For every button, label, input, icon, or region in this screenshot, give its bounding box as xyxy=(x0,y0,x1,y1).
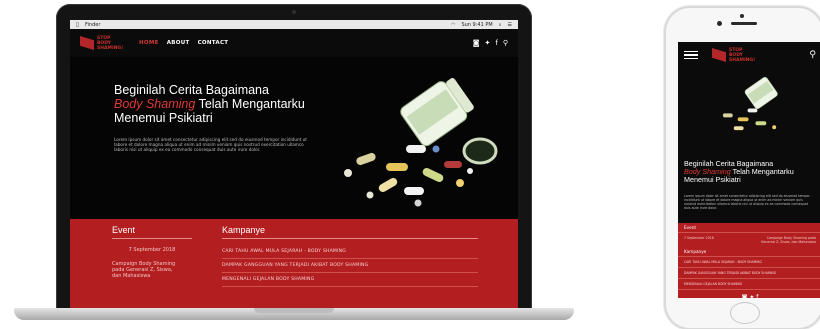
menubar-app-name[interactable]: Finder xyxy=(85,22,100,28)
phone-red-band: Event 7 September 2018 Campaign Body Sha… xyxy=(678,223,820,298)
logo-text: STOP BODY SHAMING! xyxy=(97,35,124,51)
nav-icons: ◙ ✦ f ⚲ xyxy=(473,39,508,47)
event-title: Event xyxy=(112,225,192,239)
nav-home[interactable]: HOME xyxy=(139,40,159,46)
phone-logo[interactable]: STOP BODY SHAMING! xyxy=(712,48,755,63)
laptop-camera xyxy=(292,10,296,14)
phone-event-desc: Campaign Body Shaming pada Generasi Z, S… xyxy=(760,236,816,244)
phone-campaign-link-2[interactable]: DAMPAK GANGGUAN YANG TERJADI AKIBAT BODY… xyxy=(678,268,820,279)
phone-hero-title: Beginilah Cerita Bagaimana Body Shaming … xyxy=(684,160,804,184)
instagram-icon[interactable]: ◙ xyxy=(742,294,748,298)
phone-title-line3: Menemui Psikiatri xyxy=(684,175,741,184)
hamburger-menu-icon[interactable] xyxy=(684,50,698,60)
phone-pills-image xyxy=(722,76,778,131)
search-icon[interactable]: ⚲ xyxy=(809,50,816,60)
hero-title-line2: Telah Mengantarku xyxy=(198,97,305,111)
nav-about[interactable]: ABOUT xyxy=(167,40,190,46)
event-date: 7 September 2018 xyxy=(128,247,176,253)
search-icon[interactable]: ⌕ xyxy=(499,22,502,28)
event-column: Event 7 September 2018 Campaign Body Sha… xyxy=(112,225,192,279)
hero-title-highlight: Body Shaming xyxy=(114,97,196,111)
laptop-screen:  Finder ◠ Sun 9:41 PM ⌕ ☰ STOP BODY SHA… xyxy=(70,20,518,308)
mac-menubar:  Finder ◠ Sun 9:41 PM ⌕ ☰ xyxy=(70,20,518,29)
phone-event-row[interactable]: 7 September 2018 Campaign Body Shaming p… xyxy=(678,233,820,247)
wifi-icon[interactable]: ◠ xyxy=(451,22,455,28)
campaign-link-2[interactable]: DAMPAK GANGGUAN YANG TERJADI AKIBAT BODY… xyxy=(222,259,478,273)
campaign-column: Kampanye CARI TAHU AWAL MULA SEJARAH - B… xyxy=(222,225,478,287)
hero-title-line1: Beginilah Cerita Bagaimana xyxy=(114,83,269,97)
pills-bottle-image xyxy=(344,78,498,207)
apple-icon[interactable]:  xyxy=(76,22,79,28)
phone-logo-text: STOP BODY SHAMING! xyxy=(729,47,756,63)
menubar-clock: Sun 9:41 PM xyxy=(461,21,493,28)
facebook-icon[interactable]: f xyxy=(756,294,758,298)
campaign-link-1[interactable]: CARI TAHU AWAL MULA SEJARAH - BODY SHAMI… xyxy=(222,245,478,259)
phone-campaign-title: Kampanye xyxy=(678,247,820,257)
phone-screen: STOP BODY SHAMING! ⚲ Beginilah Cerita Ba… xyxy=(678,42,820,298)
phone-camera xyxy=(717,21,722,26)
phone-title-line2: Telah Mengantarku xyxy=(732,167,794,176)
hero-body-text: Lorem ipsum dolor sit amet consectetur a… xyxy=(114,137,307,153)
laptop-lid:  Finder ◠ Sun 9:41 PM ⌕ ☰ STOP BODY SHA… xyxy=(56,4,532,310)
hero-section: Beginilah Cerita Bagaimana Body Shaming … xyxy=(70,57,518,219)
phone-social-icons: ◙ ✦ f xyxy=(678,290,820,298)
phone-campaign-link-3[interactable]: MENGENALI GEJALAN BODY SHAMING xyxy=(678,279,820,290)
campaign-link-3[interactable]: MENGENALI GEJALAN BODY SHAMING xyxy=(222,273,478,287)
site-navbar: STOP BODY SHAMING! HOME ABOUT CONTACT ◙ … xyxy=(70,29,518,57)
phone-event-title: Event xyxy=(678,223,820,233)
phone-home-button[interactable] xyxy=(730,302,760,324)
menu-list-icon[interactable]: ☰ xyxy=(508,22,512,28)
facebook-icon[interactable]: f xyxy=(495,39,497,47)
twitter-icon[interactable]: ✦ xyxy=(749,294,754,298)
campaign-title: Kampanye xyxy=(222,225,478,239)
red-info-band: Event 7 September 2018 Campaign Body Sha… xyxy=(70,219,518,308)
twitter-icon[interactable]: ✦ xyxy=(485,39,491,47)
logo-mark-icon xyxy=(712,48,726,62)
phone-mockup: STOP BODY SHAMING! ⚲ Beginilah Cerita Ba… xyxy=(666,8,820,328)
phone-navbar: STOP BODY SHAMING! ⚲ xyxy=(678,42,820,68)
nav-contact[interactable]: CONTACT xyxy=(198,40,229,46)
hero-title-line3: Menemui Psikiatri xyxy=(114,111,213,125)
laptop-mockup:  Finder ◠ Sun 9:41 PM ⌕ ☰ STOP BODY SHA… xyxy=(14,4,574,329)
phone-camera-top xyxy=(740,14,744,18)
phone-campaign-link-1[interactable]: CARI TAHU AWAL MULA SEJARAH - BODY SHAMI… xyxy=(678,257,820,268)
nav-links: HOME ABOUT CONTACT xyxy=(139,40,228,46)
instagram-icon[interactable]: ◙ xyxy=(473,39,480,47)
logo-mark-icon xyxy=(80,36,94,50)
event-description[interactable]: Campaign Body Shaming pada Generasi Z, S… xyxy=(112,261,176,279)
search-icon[interactable]: ⚲ xyxy=(503,39,508,47)
site-logo[interactable]: STOP BODY SHAMING! xyxy=(80,36,123,51)
phone-event-date: 7 September 2018 xyxy=(684,236,714,240)
phone-hero-body: Lorem ipsum dolor sit amet consectetur a… xyxy=(684,194,810,210)
phone-speaker xyxy=(731,22,757,25)
laptop-base xyxy=(14,308,574,320)
laptop-notch xyxy=(254,308,334,313)
